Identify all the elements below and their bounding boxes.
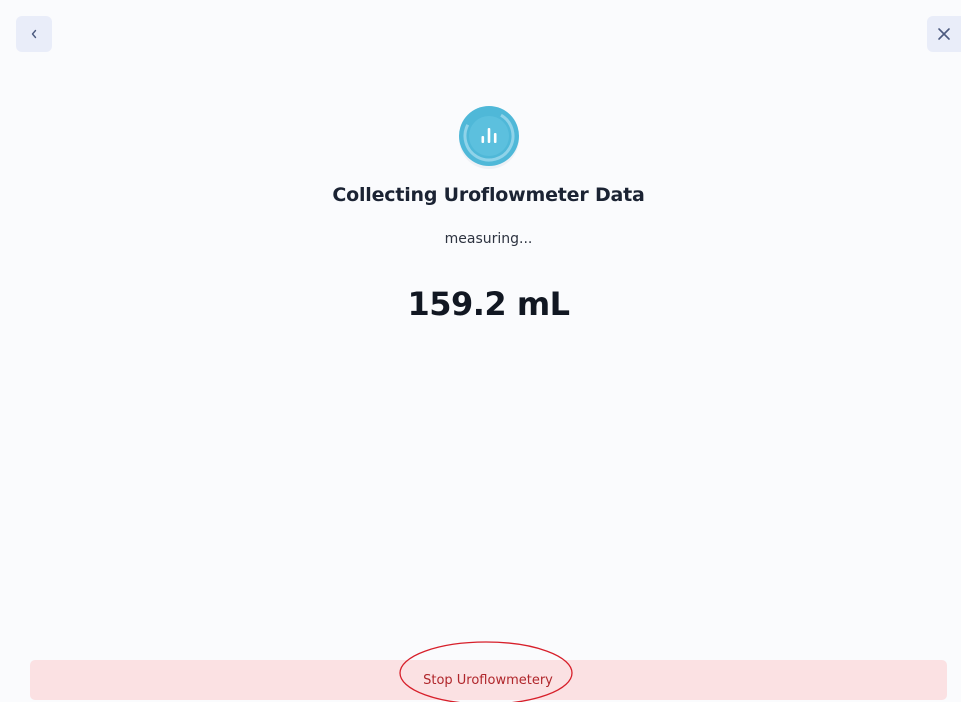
page-title: Collecting Uroflowmeter Data [332, 184, 645, 206]
stop-button-label: Stop Uroflowmetery [423, 672, 553, 688]
bar-chart-icon [455, 103, 523, 171]
measuring-status: measuring... [444, 231, 533, 247]
close-button[interactable] [927, 16, 961, 52]
close-icon [938, 28, 950, 40]
stop-uroflowmetry-button[interactable]: Stop Uroflowmetery [30, 660, 947, 700]
back-button[interactable] [16, 16, 52, 52]
chevron-left-icon [31, 29, 37, 39]
volume-readout: 159.2 mL [407, 285, 570, 323]
uroflowmetry-screen: Collecting Uroflowmeter Data measuring..… [0, 0, 961, 702]
